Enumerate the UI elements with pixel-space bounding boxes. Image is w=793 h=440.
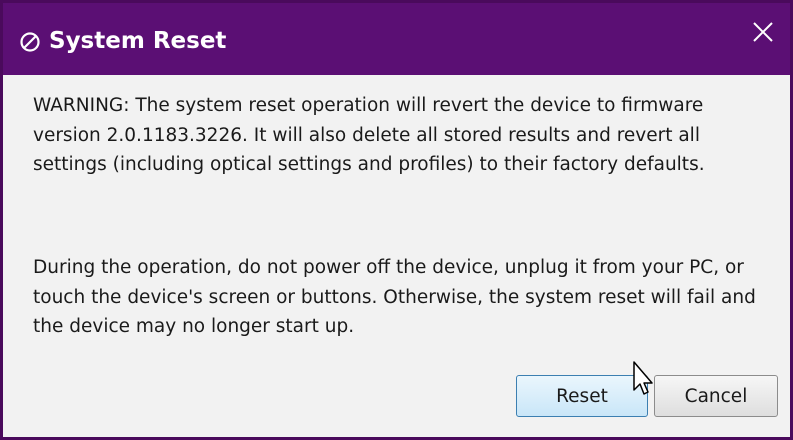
circle-slash-icon — [20, 32, 40, 52]
operation-instructions: During the operation, do not power off t… — [33, 257, 756, 337]
cancel-button[interactable]: Cancel — [654, 375, 778, 417]
dialog-title: System Reset — [49, 28, 227, 54]
dialog-content: WARNING: The system reset operation will… — [17, 75, 778, 427]
warning-message: WARNING: The system reset operation will… — [33, 95, 705, 175]
system-reset-dialog: System Reset WARNING: The system reset o… — [0, 0, 793, 440]
reset-button[interactable]: Reset — [516, 375, 648, 417]
mouse-pointer-icon — [633, 361, 653, 395]
close-icon[interactable] — [750, 19, 776, 45]
dialog-titlebar: System Reset — [3, 3, 790, 75]
